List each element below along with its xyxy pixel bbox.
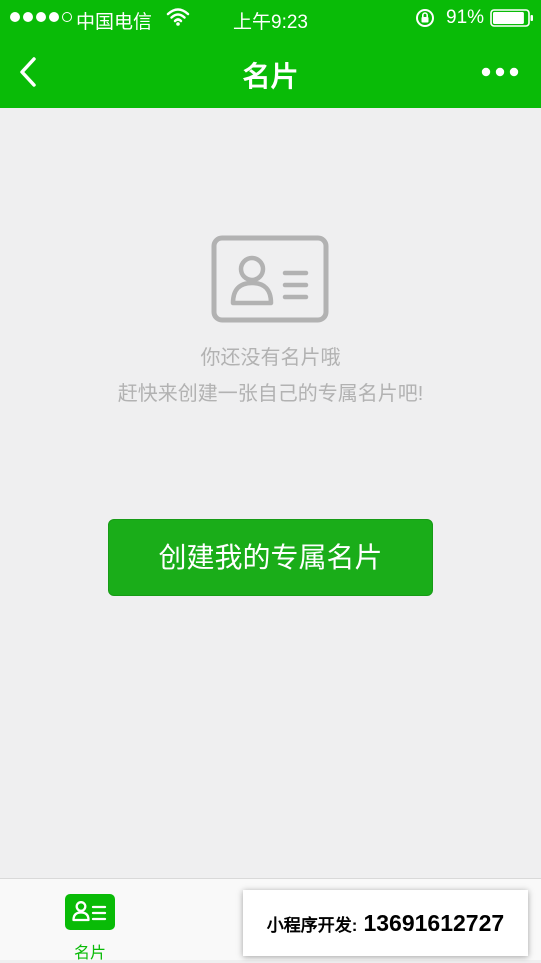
id-card-icon bbox=[211, 235, 329, 323]
watermark-phone: 13691612727 bbox=[363, 909, 505, 936]
tab-card-label: 名片 bbox=[73, 945, 106, 962]
id-card-icon bbox=[65, 894, 115, 930]
page-title: 名片 bbox=[242, 61, 299, 92]
battery-percentage: 91% bbox=[446, 7, 485, 28]
watermark-label: 小程序开发: bbox=[266, 915, 358, 935]
empty-state-title: 你还没有名片哦 bbox=[200, 347, 341, 369]
more-horizontal-icon bbox=[481, 67, 519, 77]
empty-state-subtitle: 赶快来创建一张自己的专属名片吧! bbox=[117, 383, 424, 405]
contact-watermark: 小程序开发: 13691612727 bbox=[243, 890, 528, 956]
tab-card[interactable]: 名片 bbox=[0, 879, 180, 962]
battery-icon bbox=[490, 9, 533, 27]
navigation-bar: 名片 bbox=[0, 36, 541, 108]
rotation-lock-icon bbox=[416, 9, 434, 27]
status-bar: 中国电信 上午9:23 91% bbox=[0, 0, 541, 36]
create-card-button[interactable]: 创建我的专属名片 bbox=[108, 519, 433, 596]
more-button[interactable] bbox=[474, 58, 526, 86]
